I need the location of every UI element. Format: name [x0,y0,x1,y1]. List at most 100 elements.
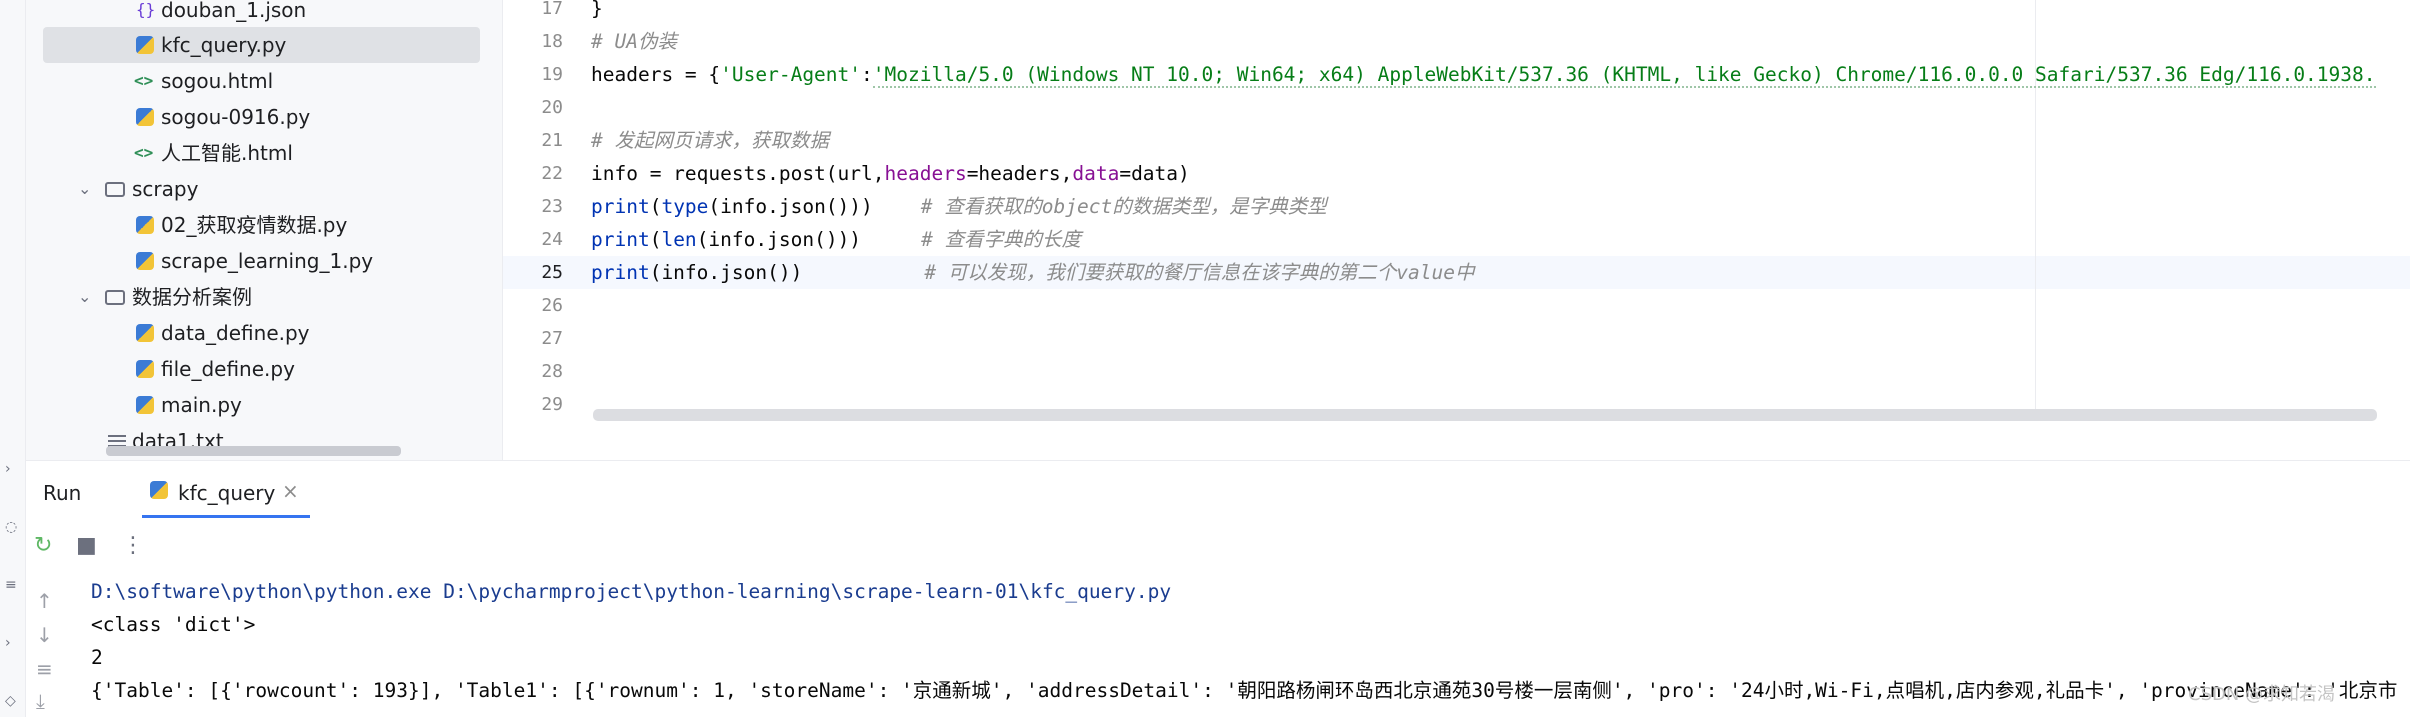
project-tree: {} douban_1.json kfc_query.py <> sogou.h… [26,0,502,460]
line-number: 19 [541,64,563,85]
code-token: =headers, [966,162,1073,185]
tree-item-label: kfc_query.py [161,33,287,57]
code-param: headers [884,162,967,185]
arrow-up-icon[interactable]: ↑ [36,589,53,613]
code-token: =data) [1119,162,1190,185]
code-token: (info.json())) [708,195,873,218]
code-line: # 发起网页请求，获取数据 [591,124,829,157]
tree-horizontal-scrollbar[interactable] [106,446,401,456]
problems-tool-icon[interactable]: ◇ [5,694,19,708]
code-comment: # 发起网页请求，获取数据 [591,129,829,152]
python-file-icon [136,360,154,378]
tree-item[interactable]: sogou-0916.py [26,99,482,135]
tree-item-label: sogou-0916.py [161,105,311,129]
code-token: headers = { [591,63,721,86]
tree-item-label: main.py [161,393,242,417]
tree-folder[interactable]: ⌄ scrapy [26,171,482,207]
soft-wrap-icon[interactable]: ≡ [36,657,53,681]
code-line-current: print(info.json()) # 可以发现，我们要获取的餐厅信息在该字典的… [591,256,1475,289]
code-builtin: type [661,195,709,218]
code-line: print(len(info.json())) # 查看字典的长度 [591,223,1081,256]
code-line: print(type(info.json())) # 查看获取的object的数据… [591,190,1327,223]
terminal-tool-icon[interactable]: › [5,636,19,650]
tree-item[interactable]: file_define.py [26,351,482,387]
arrow-down-icon[interactable]: ↓ [36,623,53,647]
python-file-icon [136,324,154,342]
code-builtin: print [591,195,650,218]
tree-folder[interactable]: ⌄ 数据分析案例 [26,279,482,315]
console-output-line: <class 'dict'> [91,613,256,636]
code-token: : [861,63,873,86]
tree-item-label: scrapy [132,177,199,201]
tree-item[interactable]: main.py [26,387,482,423]
run-tool-window: Run kfc_query × ↻ ■ ⋮ ↑ ↓ ≡ ⤓ D:\softwar… [26,460,2410,717]
run-side-toolbar: ↑ ↓ ≡ ⤓ [36,589,66,719]
rerun-icon[interactable]: ↻ [34,531,52,561]
code-string: 'User-Agent' [720,63,862,86]
tree-item[interactable]: 02_获取疫情数据.py [26,207,482,243]
code-token: ( [649,228,662,251]
code-token: } [591,0,603,20]
editor-horizontal-scrollbar[interactable] [593,409,2377,421]
run-tool-icon[interactable]: › [5,462,19,476]
active-tab-indicator [142,515,310,518]
python-file-icon [136,36,154,54]
code-line: } [591,0,603,25]
line-number: 20 [541,97,563,118]
json-icon: {} [136,0,156,19]
tree-item[interactable]: data_define.py [26,315,482,351]
code-param: data [1072,162,1120,185]
line-number: 26 [541,295,563,316]
run-title: Run [43,481,82,505]
line-number: 28 [541,361,563,382]
console-command-line: D:\software\python\python.exe D:\pycharm… [91,580,1172,603]
tree-item[interactable]: scrape_learning_1.py [26,243,482,279]
tree-item-label: 02_获取疫情数据.py [161,213,348,237]
code-token: ( [649,195,662,218]
code-line: # UA伪装 [591,25,677,58]
tree-item-label: file_define.py [161,357,295,381]
html-file-icon: <> [134,71,154,90]
more-options-icon[interactable]: ⋮ [122,531,144,561]
run-header: Run kfc_query × [26,461,2410,519]
code-comment: # 查看字典的长度 [921,228,1082,251]
code-token: (info.json()) [649,261,803,284]
line-number: 21 [541,130,563,151]
chevron-down-icon[interactable]: ⌄ [78,171,91,207]
tree-item-selected[interactable]: kfc_query.py [43,27,480,63]
html-file-icon: <> [134,143,154,162]
line-number-current: 25 [541,262,563,283]
tree-item-label: 数据分析案例 [132,285,252,309]
python-file-icon [136,252,154,270]
tree-item[interactable]: {} douban_1.json [26,0,482,28]
code-builtin: len [661,228,697,251]
python-file-icon [136,216,154,234]
code-string: 'Mozilla/5.0 (Windows NT 10.0; Win64; x6… [872,63,2376,88]
debug-tool-icon[interactable]: ◌ [5,520,19,534]
stop-icon[interactable]: ■ [76,531,97,561]
watermark: CSDN @求知若渴 [2188,684,2336,705]
code-comment: # 可以发现，我们要获取的餐厅信息在该字典的第二个value中 [924,261,1475,284]
tree-item[interactable]: <> sogou.html [26,63,482,99]
code-line: info = requests.post(url,headers=headers… [591,157,1190,190]
run-tab-label: kfc_query [178,481,276,505]
tree-item[interactable]: <> 人工智能.html [26,135,482,171]
code-editor[interactable]: 17 18 19 20 21 22 23 24 25 26 27 28 29 }… [502,0,2410,460]
chevron-down-icon[interactable]: ⌄ [78,279,91,315]
run-tab-kfc-query[interactable]: kfc_query × [122,461,312,519]
python-file-icon [150,481,168,499]
tree-item-label: douban_1.json [161,0,307,22]
tree-item-label: 人工智能.html [161,141,293,165]
code-line: headers = {'User-Agent':'Mozilla/5.0 (Wi… [591,58,2376,91]
close-icon[interactable]: × [282,479,299,503]
code-comment: # UA伪装 [591,30,677,53]
run-toolbar: ↻ ■ ⋮ [26,531,226,567]
scroll-to-end-icon[interactable]: ⤓ [36,689,45,713]
code-token: info = requests.post(url, [591,162,885,185]
layers-tool-icon[interactable]: ≡ [5,578,19,592]
code-builtin: print [591,228,650,251]
tree-item-label: sogou.html [161,69,274,93]
folder-icon [105,290,125,305]
python-file-icon [136,108,154,126]
tool-window-strip: › ◌ ≡ › ◇ [0,0,26,717]
